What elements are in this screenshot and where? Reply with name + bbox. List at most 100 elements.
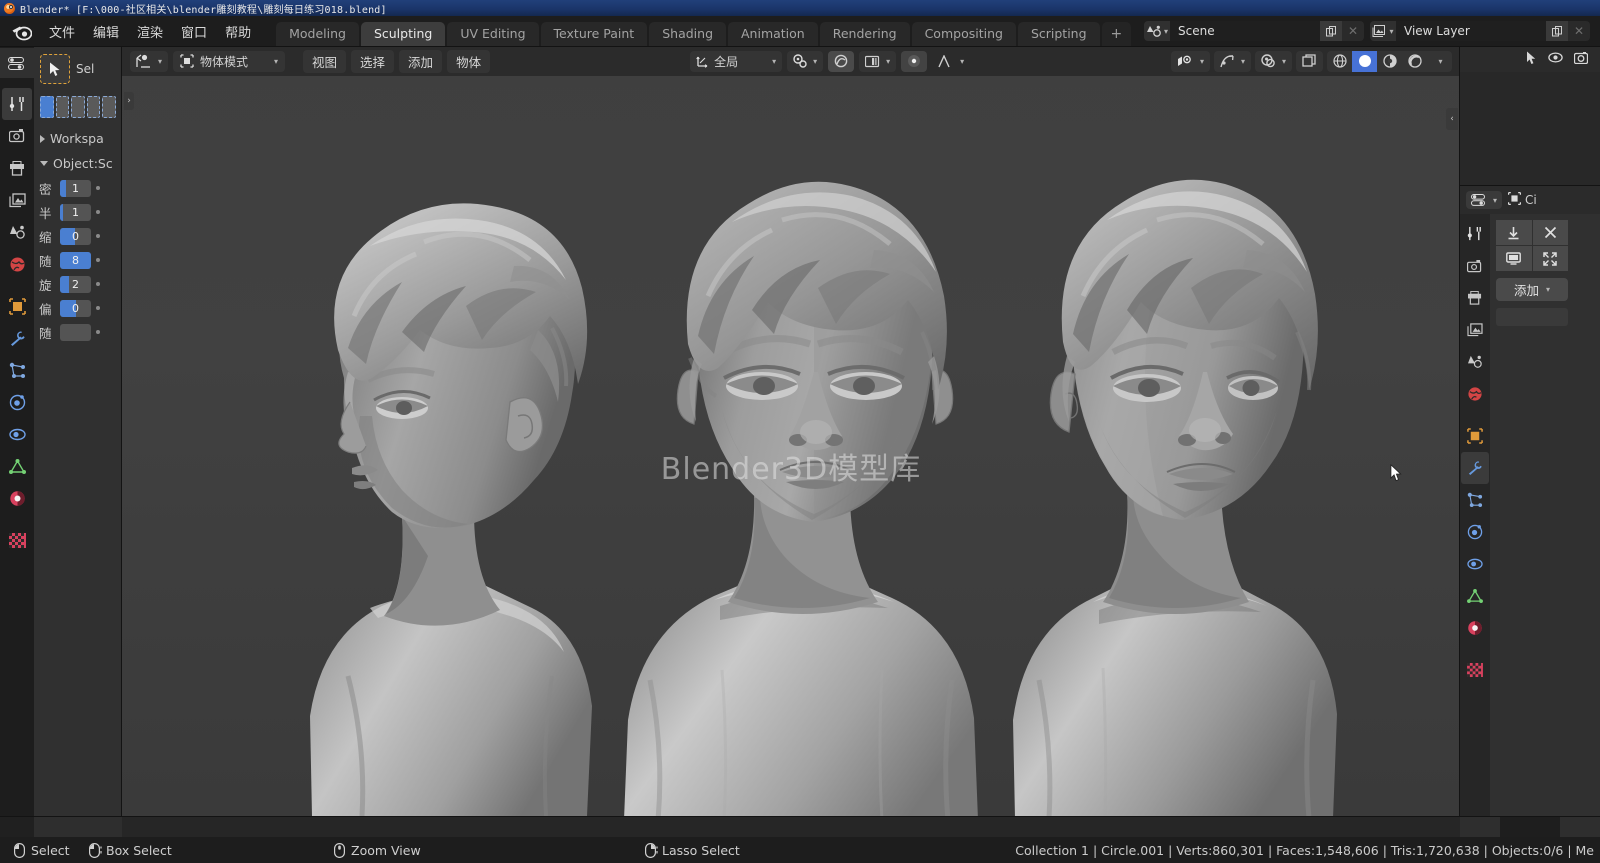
props-texture-tab[interactable] (1461, 654, 1489, 686)
props-data-tab[interactable] (1461, 580, 1489, 612)
shading-wireframe-icon[interactable] (1327, 51, 1352, 72)
viewport-sidebar-toggle[interactable]: ‹ (1446, 108, 1458, 130)
left-world-tab[interactable] (2, 248, 32, 280)
tab-rendering[interactable]: Rendering (819, 22, 910, 46)
left-render-tab[interactable] (2, 120, 32, 152)
close-icon[interactable] (1532, 220, 1568, 245)
left-data-tab[interactable] (2, 450, 32, 482)
tab-sculpting[interactable]: Sculpting (360, 22, 446, 46)
scene-selector[interactable]: ▾ Scene ✕ (1144, 21, 1364, 41)
preset-3[interactable] (86, 96, 101, 118)
menu-window[interactable]: 窗口 (172, 19, 216, 44)
animate-dot-rotation[interactable] (96, 282, 100, 286)
props-tool-tab[interactable] (1461, 218, 1489, 250)
viewport-menu-add[interactable]: 添加 (399, 49, 443, 73)
xray-icon[interactable] (1296, 50, 1323, 72)
add-workspace-button[interactable]: + (1101, 22, 1132, 46)
preset-4[interactable] (102, 96, 116, 118)
view-layer-duplicate-icon[interactable] (1546, 21, 1568, 41)
tab-uv-editing[interactable]: UV Editing (447, 22, 539, 46)
prop-row-offset[interactable]: 偏 0 (34, 296, 122, 320)
props-render-tab[interactable] (1461, 250, 1489, 282)
props-particles-tab[interactable] (1461, 484, 1489, 516)
left-particles-tab[interactable] (2, 354, 32, 386)
props-output-tab[interactable] (1461, 282, 1489, 314)
left-scene-tab[interactable] (2, 216, 32, 248)
props-physics-tab[interactable] (1461, 516, 1489, 548)
editor-type-selector-left[interactable] (0, 48, 34, 78)
snap-curve-icon[interactable]: ▾ (932, 51, 970, 72)
preset-0[interactable] (40, 96, 54, 118)
menu-render[interactable]: 渲染 (128, 19, 172, 44)
prop-field-rotation[interactable]: 2 (60, 275, 91, 293)
proportional-edit-icon[interactable] (828, 50, 855, 72)
scene-duplicate-icon[interactable] (1320, 21, 1342, 41)
mode-selector[interactable]: 物体模式 ▾ (173, 50, 286, 72)
falloff-dropdown[interactable]: ▾ (859, 50, 897, 72)
prop-row-rotation[interactable]: 旋 2 (34, 272, 122, 296)
prop-row-scale[interactable]: 缩 0 (34, 224, 122, 248)
animate-dot-scale[interactable] (96, 234, 100, 238)
left-modifier-tab[interactable] (2, 322, 32, 354)
prop-row-random-scale[interactable]: 随 8 (34, 248, 122, 272)
view-layer-close-icon[interactable]: ✕ (1568, 21, 1590, 41)
editor-type-icon[interactable]: ▾ (130, 50, 169, 72)
scene-close-icon[interactable]: ✕ (1342, 21, 1364, 41)
animate-dot-random-scale[interactable] (96, 258, 100, 262)
outliner-eye-icon[interactable] (1548, 52, 1563, 66)
left-constraints-tab[interactable] (2, 418, 32, 450)
outliner-cursor-icon[interactable] (1526, 51, 1537, 68)
prop-row-radius[interactable]: 半 1 (34, 200, 122, 224)
props-world-tab[interactable] (1461, 378, 1489, 410)
properties-editor-type-icon[interactable]: ▾ (1466, 191, 1503, 209)
section-object[interactable]: Object:Sc (34, 151, 122, 176)
prop-field-random-scale[interactable]: 8 (60, 251, 91, 269)
add-modifier-button[interactable]: 添加 ▾ (1496, 278, 1568, 301)
preset-1[interactable] (55, 96, 70, 118)
view-layer-name[interactable]: View Layer (1396, 21, 1546, 41)
view-layer-selector[interactable]: ▾ View Layer ✕ (1370, 21, 1590, 41)
shading-material-preview-icon[interactable] (1377, 51, 1402, 72)
expand-icon[interactable] (1532, 246, 1568, 271)
props-scene-tab[interactable] (1461, 346, 1489, 378)
outliner-editor[interactable] (1460, 46, 1600, 186)
animate-dot-random-offset[interactable] (96, 330, 100, 334)
tab-scripting[interactable]: Scripting (1017, 22, 1100, 46)
viewport-menu-view[interactable]: 视图 (303, 49, 347, 73)
left-output-tab[interactable] (2, 152, 32, 184)
left-object-tab[interactable] (2, 290, 32, 322)
props-modifier-tab[interactable] (1461, 452, 1489, 484)
left-physics-tab[interactable] (2, 386, 32, 418)
shading-options-dropdown[interactable]: ▾ (1427, 51, 1452, 72)
tab-texture-paint[interactable]: Texture Paint (540, 22, 648, 46)
section-workspace[interactable]: Workspa (34, 126, 122, 151)
gizmo-dropdown[interactable]: ▾ (1213, 50, 1251, 72)
outliner-camera-icon[interactable] (1573, 51, 1589, 67)
pivot-icon[interactable] (901, 50, 928, 72)
prop-row-density[interactable]: 密 1 (34, 176, 122, 200)
menu-help[interactable]: 帮助 (216, 19, 260, 44)
props-view-layer-tab[interactable] (1461, 314, 1489, 346)
props-material-tab[interactable] (1461, 612, 1489, 644)
prop-field-scale[interactable]: 0 (60, 227, 91, 245)
3d-viewport[interactable]: ▾ 物体模式 ▾ 视图 选择 添加 物体 全局 ▾ ▾ ▾ ▾ ▾ ▾ ▾ ▾ … (122, 46, 1460, 817)
tab-shading[interactable]: Shading (649, 22, 726, 46)
prop-row-random-offset[interactable]: 随 (34, 320, 122, 344)
prop-field-density[interactable]: 1 (60, 179, 91, 197)
tab-animation[interactable]: Animation (728, 22, 818, 46)
shading-rendered-icon[interactable] (1402, 51, 1427, 72)
display-icon[interactable] (1496, 246, 1532, 271)
props-constraints-tab[interactable] (1461, 548, 1489, 580)
tweak-tool-icon[interactable] (40, 54, 70, 84)
snap-dropdown[interactable]: ▾ (787, 50, 824, 72)
preset-2[interactable] (71, 96, 85, 118)
prop-field-offset[interactable]: 0 (60, 299, 91, 317)
transform-orientation-selector[interactable]: 全局 ▾ (690, 50, 783, 72)
scene-name[interactable]: Scene (1170, 21, 1320, 41)
visibility-dropdown[interactable]: ▾ (1170, 50, 1210, 72)
viewport-menu-select[interactable]: 选择 (351, 49, 395, 73)
overlays-dropdown[interactable]: ▾ (1254, 50, 1292, 72)
props-object-tab[interactable] (1461, 420, 1489, 452)
tab-modeling[interactable]: Modeling (276, 22, 359, 46)
menu-edit[interactable]: 编辑 (84, 19, 128, 44)
